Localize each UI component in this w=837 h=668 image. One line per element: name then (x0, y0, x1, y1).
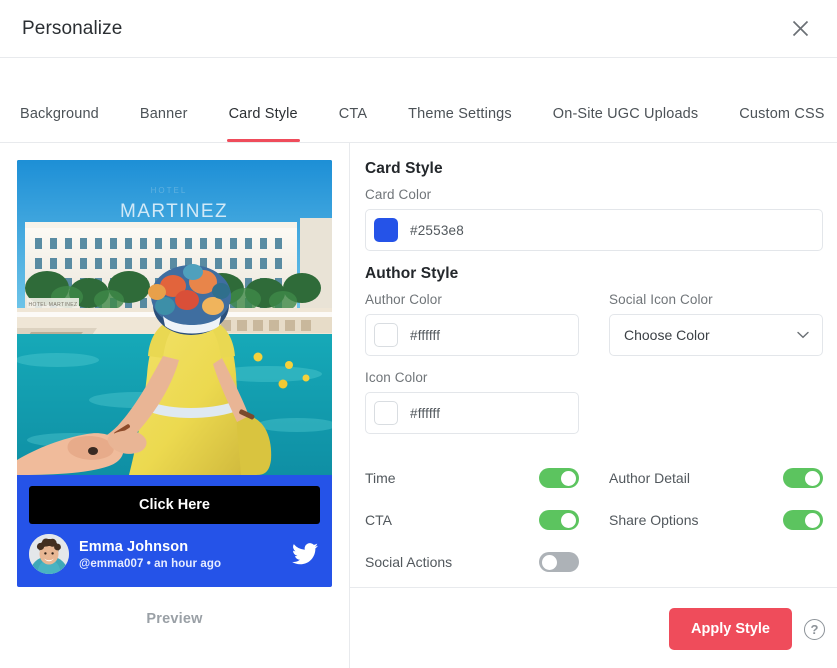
icon-color-swatch[interactable] (374, 401, 398, 425)
author-style-grid: Author Color #ffffff Social Icon Color C… (365, 292, 823, 448)
toggle-label-share-options: Share Options (609, 512, 699, 528)
twitter-icon[interactable] (290, 539, 320, 569)
toggle-knob (805, 470, 820, 486)
toggle-row-cta: CTA (365, 499, 579, 541)
modal-footer: Apply Style ? (350, 587, 837, 668)
card-color-label: Card Color (365, 187, 432, 202)
social-icon-color-field: Social Icon Color Choose Color (609, 292, 823, 356)
settings-pane: Card Style Card Color #2553e8 Author Sty… (350, 143, 837, 668)
toggle-author-detail[interactable] (783, 468, 823, 488)
svg-text:MARTINEZ: MARTINEZ (120, 201, 228, 222)
tab-on-site-ugc-uploads[interactable]: On-Site UGC Uploads (553, 106, 699, 142)
martinez-hotel-photo: MARTINEZ HOTEL HOTEL MARTINEZ (17, 160, 332, 475)
icon-color-field: Icon Color #ffffff (365, 370, 579, 434)
settings-form: Card Style Card Color #2553e8 Author Sty… (350, 143, 837, 587)
toggle-knob (805, 512, 820, 528)
toggle-label-author-detail: Author Detail (609, 470, 690, 486)
toggle-time[interactable] (539, 468, 579, 488)
tab-background[interactable]: Background (20, 106, 99, 142)
toggle-grid-spacer (609, 541, 823, 583)
toggle-label-social-actions: Social Actions (365, 554, 453, 570)
card-color-field: Card Color #2553e8 (365, 187, 823, 251)
toggle-share-options[interactable] (783, 510, 823, 530)
social-icon-color-select[interactable]: Choose Color (609, 314, 823, 356)
icon-color-value: #ffffff (410, 405, 441, 421)
avatar-image (29, 534, 69, 574)
card-color-value: #2553e8 (410, 222, 464, 238)
author-color-field: Author Color #ffffff (365, 292, 579, 356)
author-style-heading: Author Style (365, 265, 459, 282)
author-name: Emma Johnson (79, 538, 189, 555)
close-icon (792, 20, 808, 36)
tab-bar: Background Banner Card Style CTA Theme S… (0, 58, 837, 142)
toggle-social-actions[interactable] (539, 552, 579, 572)
twitter-bird-icon (292, 543, 318, 565)
modal-header: Personalize (0, 0, 837, 57)
toggle-row-time: Time (365, 457, 579, 499)
social-icon-color-value: Choose Color (624, 327, 710, 343)
toggle-row-social-actions: Social Actions (365, 541, 579, 583)
author-color-label: Author Color (365, 292, 442, 307)
tab-card-style[interactable]: Card Style (226, 106, 300, 142)
author-color-value: #ffffff (410, 327, 441, 343)
preview-photo: MARTINEZ HOTEL HOTEL MARTINEZ (17, 160, 332, 475)
svg-text:HOTEL MARTINEZ: HOTEL MARTINEZ (29, 302, 78, 308)
toggle-row-author-detail: Author Detail (609, 457, 823, 499)
apply-style-button[interactable]: Apply Style (669, 608, 792, 650)
avatar (29, 534, 69, 574)
toggle-cta[interactable] (539, 510, 579, 530)
modal-body: MARTINEZ HOTEL HOTEL MARTINEZ Click Here… (0, 143, 837, 668)
toggle-knob (561, 470, 576, 486)
tab-banner[interactable]: Banner (140, 106, 188, 142)
grid-spacer (609, 370, 823, 448)
help-icon[interactable]: ? (804, 618, 825, 640)
toggle-label-cta: CTA (365, 512, 392, 528)
toggle-row-share-options: Share Options (609, 499, 823, 541)
toggle-label-time: Time (365, 470, 396, 486)
close-button[interactable] (781, 9, 819, 47)
card-color-input[interactable]: #2553e8 (365, 209, 823, 251)
tab-custom-css[interactable]: Custom CSS (739, 106, 824, 142)
preview-pane: MARTINEZ HOTEL HOTEL MARTINEZ Click Here… (0, 143, 350, 668)
author-color-input[interactable]: #ffffff (365, 314, 579, 356)
social-icon-color-label: Social Icon Color (609, 292, 713, 307)
preview-author-row: Emma Johnson @emma007 • an hour ago (17, 524, 332, 587)
svg-text:HOTEL: HOTEL (151, 186, 188, 195)
toggle-knob (542, 554, 557, 570)
tab-theme-settings[interactable]: Theme Settings (408, 106, 512, 142)
icon-color-label: Icon Color (365, 370, 428, 385)
icon-color-input[interactable]: #ffffff (365, 392, 579, 434)
preview-label: Preview (146, 611, 203, 627)
preview-cta-button[interactable]: Click Here (29, 486, 320, 524)
toggle-knob (561, 512, 576, 528)
page-title: Personalize (22, 17, 123, 39)
author-text: Emma Johnson @emma007 • an hour ago (79, 539, 221, 570)
author-color-swatch[interactable] (374, 323, 398, 347)
chevron-down-icon (797, 331, 809, 339)
tab-cta[interactable]: CTA (339, 106, 367, 142)
card-style-heading: Card Style (365, 160, 443, 177)
toggle-grid: Time Author Detail CTA Share Options Soc… (365, 457, 823, 583)
preview-card: MARTINEZ HOTEL HOTEL MARTINEZ Click Here… (17, 160, 332, 587)
card-color-swatch[interactable] (374, 218, 398, 242)
author-meta: @emma007 • an hour ago (79, 557, 222, 570)
